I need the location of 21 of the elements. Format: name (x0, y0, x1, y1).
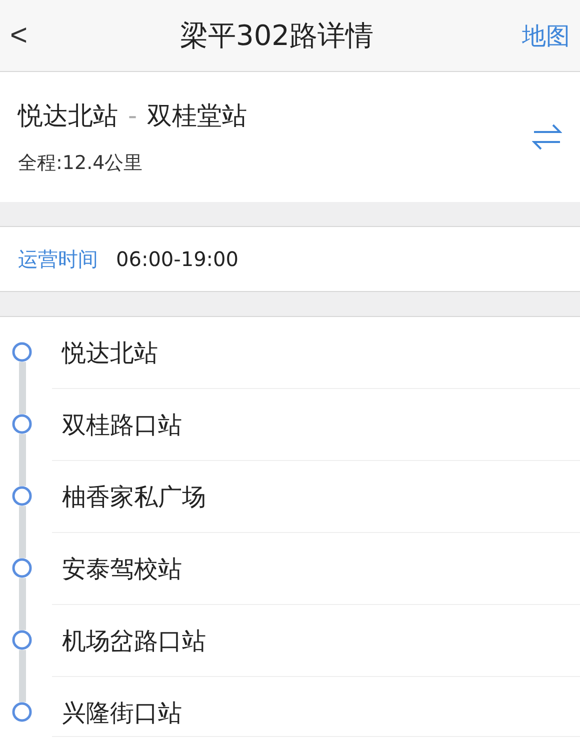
stop-name[interactable]: 柚香家私广场 (62, 481, 206, 513)
route-distance: 全程:12.4公里 (18, 150, 144, 176)
hours-label: 运营时间 (18, 246, 98, 272)
hours-value: 06:00-19:00 (116, 247, 238, 271)
swap-direction-icon[interactable] (532, 124, 562, 150)
stop-circle-icon (12, 630, 32, 650)
stop-name[interactable]: 兴隆街口站 (62, 697, 182, 729)
stop-name[interactable]: 双桂路口站 (62, 409, 182, 441)
origin-stop: 悦达北站 (18, 100, 118, 132)
stop-circle-icon (12, 702, 32, 722)
separator-dash: - (128, 100, 138, 130)
terminal-stop: 双桂堂站 (147, 100, 248, 132)
stop-name[interactable]: 悦达北站 (62, 337, 158, 369)
stop-name[interactable]: 机场岔路口站 (62, 625, 206, 657)
back-button[interactable]: < (6, 20, 32, 50)
stop-name[interactable]: 安泰驾校站 (62, 553, 182, 585)
stop-circle-icon (12, 414, 32, 434)
stop-circle-icon (12, 342, 32, 362)
stop-circle-icon (12, 558, 32, 578)
stop-circle-icon (12, 486, 32, 506)
page-title: 梁平302路详情 (180, 18, 374, 54)
